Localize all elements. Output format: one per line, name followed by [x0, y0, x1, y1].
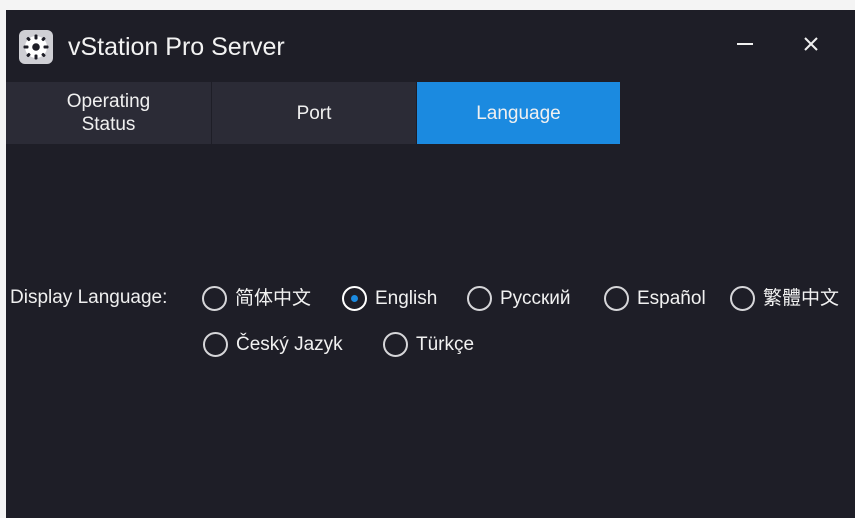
- language-option-label: 繁體中文: [763, 287, 840, 309]
- display-language-label: Display Language:: [10, 287, 168, 308]
- window-title: vStation Pro Server: [68, 33, 285, 61]
- radio-button-unchecked[interactable]: [383, 332, 408, 357]
- radio-button-unchecked[interactable]: [467, 286, 492, 311]
- radio-button-unchecked[interactable]: [604, 286, 629, 311]
- tab-operating-status[interactable]: Operating Status: [6, 82, 211, 144]
- language-option-label: English: [375, 287, 438, 309]
- language-option-turkish[interactable]: Türkçe: [383, 332, 474, 357]
- language-option-simplified-chinese[interactable]: 简体中文: [202, 286, 311, 311]
- tab-operating-status-label: Operating Status: [66, 91, 151, 135]
- radio-button-checked[interactable]: [342, 286, 367, 311]
- settings-tabs: Operating Status Port Language: [6, 82, 855, 144]
- tab-port-label: Port: [296, 102, 332, 124]
- close-button[interactable]: [791, 26, 831, 62]
- language-option-label: Русский: [500, 287, 571, 309]
- language-option-label: Español: [637, 287, 706, 309]
- radio-button-unchecked[interactable]: [203, 332, 228, 357]
- minimize-icon: [737, 43, 753, 45]
- language-option-spanish[interactable]: Español: [604, 286, 706, 311]
- app-window: vStation Pro Server Operating Status Por…: [6, 10, 855, 518]
- gear-icon: [19, 30, 53, 64]
- radio-button-unchecked[interactable]: [202, 286, 227, 311]
- minimize-button[interactable]: [725, 26, 765, 62]
- tab-language-label: Language: [476, 102, 561, 124]
- language-option-label: Türkçe: [416, 333, 475, 355]
- language-option-label: 简体中文: [235, 287, 312, 309]
- language-option-czech[interactable]: Český Jazyk: [203, 332, 343, 357]
- language-option-traditional-chinese[interactable]: 繁體中文: [730, 286, 839, 311]
- tab-port[interactable]: Port: [212, 82, 416, 144]
- language-option-english[interactable]: English: [342, 286, 437, 311]
- title-bar: vStation Pro Server: [6, 10, 855, 80]
- language-option-label: Český Jazyk: [236, 333, 343, 355]
- tab-language[interactable]: Language: [417, 82, 620, 144]
- language-option-russian[interactable]: Русский: [467, 286, 571, 311]
- close-icon: [804, 37, 818, 51]
- radio-button-unchecked[interactable]: [730, 286, 755, 311]
